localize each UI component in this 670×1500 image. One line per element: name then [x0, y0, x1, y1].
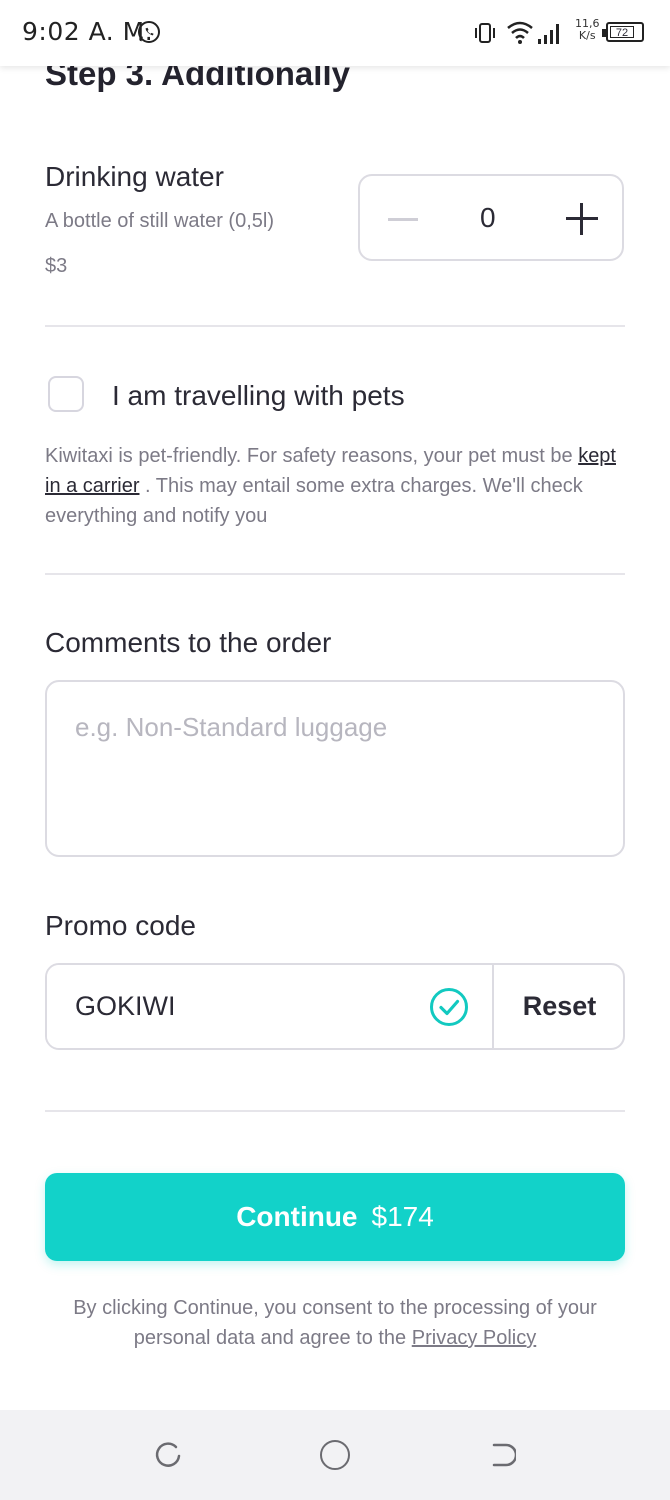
- wifi-icon: [507, 21, 559, 44]
- consent-text: By clicking Continue, you consent to the…: [73, 1297, 597, 1349]
- promo-field: Reset: [45, 963, 625, 1050]
- whatsapp-icon: [138, 21, 160, 43]
- pets-info: Kiwitaxi is pet-friendly. For safety rea…: [45, 445, 616, 527]
- promo-title: Promo code: [45, 910, 196, 941]
- back-icon[interactable]: [488, 1441, 516, 1469]
- home-icon[interactable]: [320, 1440, 350, 1470]
- water-title: Drinking water: [45, 161, 224, 192]
- water-quantity-stepper[interactable]: 0: [358, 174, 624, 261]
- network-speed: 11,6 K/s: [575, 17, 600, 42]
- continue-label: Continue: [236, 1201, 358, 1232]
- divider: [45, 1110, 625, 1112]
- water-quantity-value: 0: [480, 202, 496, 233]
- pets-checkbox[interactable]: [48, 376, 84, 412]
- battery-icon: 72: [602, 22, 644, 42]
- reset-button[interactable]: Reset: [494, 965, 623, 1048]
- comments-input[interactable]: [45, 680, 625, 857]
- plus-icon[interactable]: [566, 203, 598, 235]
- recent-apps-icon[interactable]: [154, 1441, 182, 1469]
- status-bar: 9:02 A. M. 11,6 K/s 72: [0, 0, 670, 66]
- vibrate-icon: [475, 23, 495, 43]
- minus-icon[interactable]: [388, 218, 418, 221]
- water-price: $3: [45, 255, 68, 277]
- water-description: A bottle of still water (0,5l): [45, 210, 274, 232]
- divider: [45, 573, 625, 575]
- signal-icon: [538, 39, 541, 44]
- continue-button[interactable]: Continue $174: [45, 1173, 625, 1261]
- pets-label[interactable]: I am travelling with pets: [112, 380, 405, 412]
- continue-price: $174: [371, 1201, 434, 1232]
- promo-code-input[interactable]: [47, 965, 492, 1048]
- status-time: 9:02 A. M.: [22, 17, 154, 46]
- check-circle-icon: [430, 988, 468, 1026]
- comments-title: Comments to the order: [45, 627, 332, 658]
- privacy-policy-link[interactable]: Privacy Policy: [412, 1327, 536, 1349]
- divider: [45, 325, 625, 327]
